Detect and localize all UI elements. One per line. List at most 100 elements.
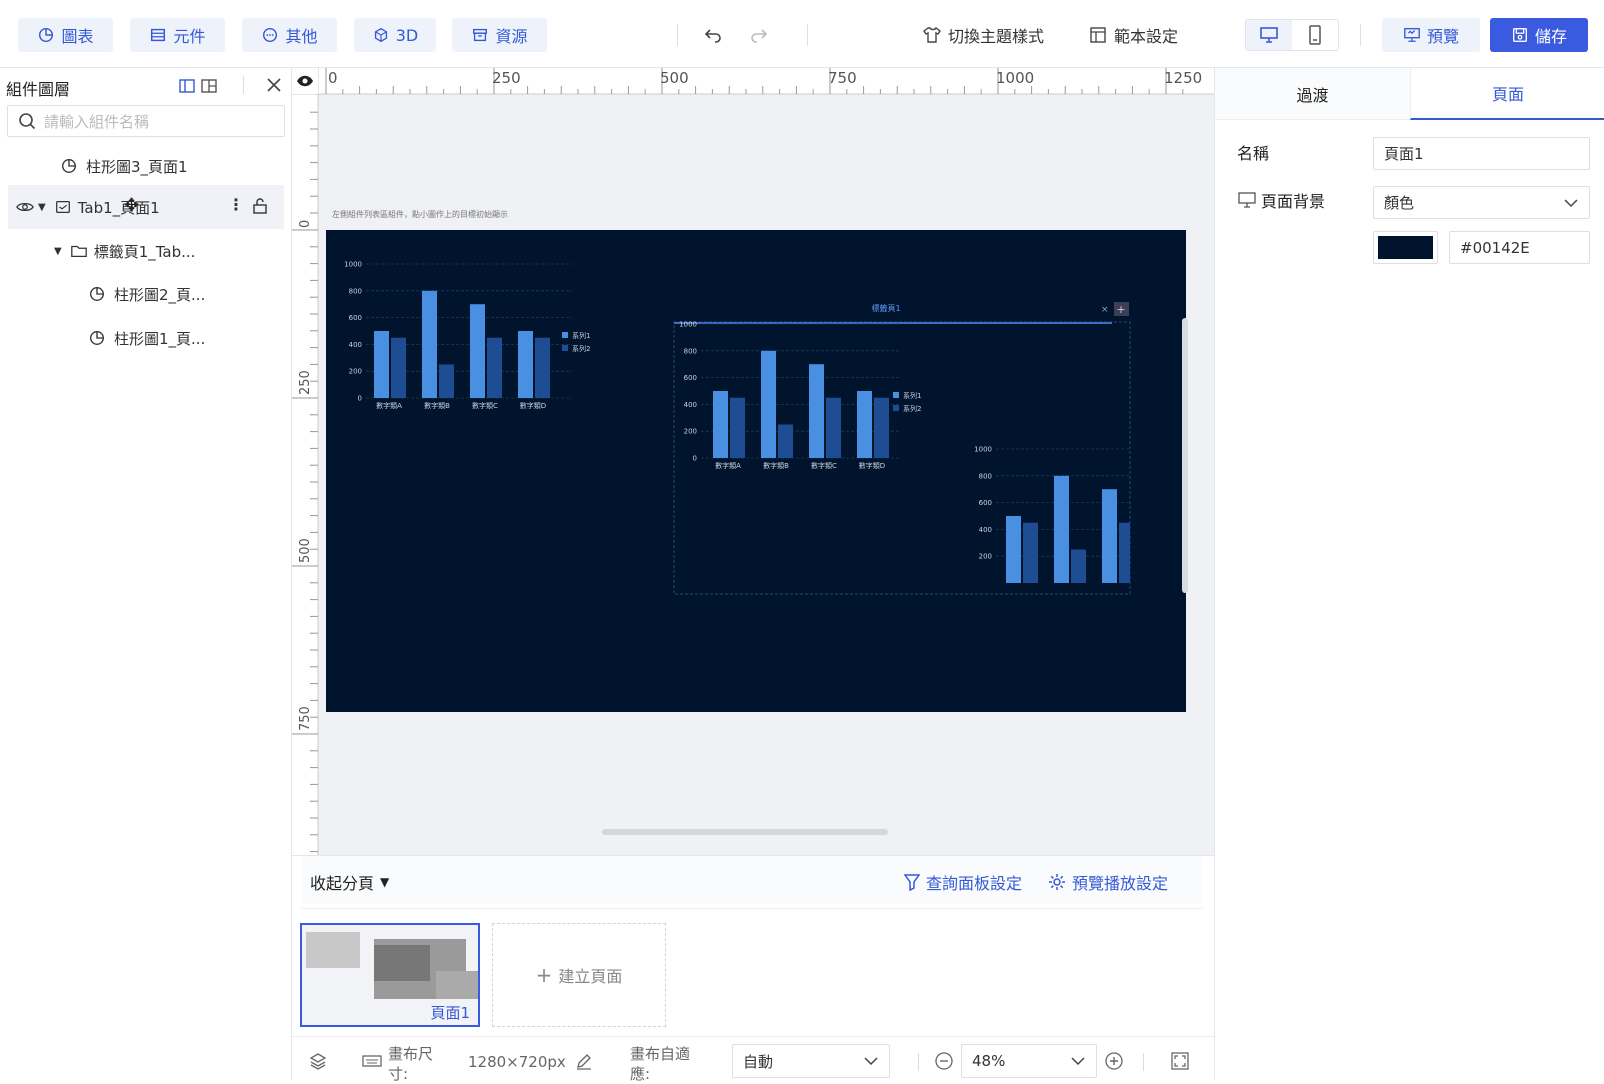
vertical-scrollbar[interactable] <box>1182 318 1188 593</box>
layers-toggle-icon[interactable] <box>308 1051 328 1075</box>
bar <box>1006 516 1021 583</box>
layer-item-chart3[interactable]: 柱形圖3_頁面1 <box>60 148 188 184</box>
y-tick-label: 600 <box>979 499 992 507</box>
more-vertical-icon[interactable]: ⋮ <box>228 197 244 213</box>
search-icon <box>19 113 36 130</box>
bar <box>535 337 550 398</box>
background-type-select[interactable]: 顏色 <box>1373 186 1590 219</box>
caret-down-icon[interactable]: ▼ <box>38 202 46 213</box>
x-tick-label: 數字類C <box>811 461 837 470</box>
tab-close-icon[interactable]: × <box>1101 305 1109 315</box>
bar <box>730 397 745 458</box>
caret-down-icon: ▼ <box>380 875 390 889</box>
background-type-value: 顏色 <box>1384 194 1415 212</box>
move-cursor-icon: ✥ <box>124 195 140 216</box>
mobile-view-button[interactable] <box>1292 20 1338 50</box>
desktop-view-button[interactable] <box>1246 20 1292 50</box>
bar <box>518 331 533 398</box>
y-tick-label: 1000 <box>679 321 697 329</box>
y-tick-label: 800 <box>979 472 992 480</box>
tab-charts-label: 圖表 <box>61 27 94 46</box>
divider <box>292 1036 1214 1037</box>
divider <box>807 24 808 46</box>
page-name-field[interactable]: 頁面1 <box>1373 137 1590 170</box>
tab-3d[interactable]: 3D <box>354 18 436 52</box>
plus-icon: + <box>1116 303 1125 316</box>
edit-icon[interactable] <box>575 1052 593 1074</box>
layout-list-icon[interactable] <box>178 77 196 99</box>
zoom-in-button[interactable] <box>1104 1051 1124 1075</box>
close-icon[interactable] <box>266 77 282 97</box>
save-button[interactable]: 儲存 <box>1490 18 1588 52</box>
canvas-size-label: 畫布尺寸: <box>388 1045 434 1083</box>
undo-icon <box>704 29 721 43</box>
filter-icon <box>904 874 920 891</box>
divider <box>1143 1053 1144 1071</box>
layer-search-input[interactable]: 請輸入組件名稱 <box>7 105 285 137</box>
bar <box>1054 475 1069 583</box>
unlock-icon[interactable] <box>251 197 269 215</box>
preview-playback-settings-button[interactable]: 預覽播放設定 <box>1048 870 1168 894</box>
horizontal-scrollbar[interactable] <box>602 829 888 835</box>
zoom-out-icon <box>935 1052 953 1070</box>
x-tick-label: 數字類D <box>859 461 885 470</box>
page-background-label: 頁面背景 <box>1261 192 1326 211</box>
color-swatch[interactable] <box>1373 231 1438 264</box>
tab-transition[interactable]: 過渡 <box>1215 68 1410 120</box>
canvas-fit-select[interactable]: 自動 <box>732 1044 890 1078</box>
layout-grid-icon[interactable] <box>200 77 218 99</box>
tab-charts[interactable]: 圖表 <box>18 18 113 52</box>
page-canvas[interactable]: 10008006004002000數字類A 數字類B 數字類C 數字類D系列1系列2 … <box>326 230 1186 712</box>
bar <box>1071 549 1086 583</box>
layer-item-label: 柱形圖2_頁... <box>114 285 206 304</box>
divider <box>302 908 1202 909</box>
archive-icon <box>473 28 488 42</box>
bar <box>1023 522 1038 583</box>
zoom-out-button[interactable] <box>934 1051 954 1075</box>
tab-other-label: 其他 <box>285 27 318 46</box>
legend-label: 系列1 <box>903 391 921 400</box>
x-tick-label: 數字類D <box>520 401 546 410</box>
color-hex-input[interactable]: #00142E <box>1449 231 1590 264</box>
tab-page[interactable]: 頁面 <box>1410 68 1604 120</box>
layer-item-chart2[interactable]: 柱形圖2_頁... <box>88 276 205 312</box>
bar <box>391 337 406 398</box>
y-tick-label: 400 <box>349 341 362 349</box>
chart-pie-icon <box>90 331 104 345</box>
eye-icon[interactable] <box>16 198 34 216</box>
template-settings-button[interactable]: 範本設定 <box>1088 20 1178 50</box>
preview-button[interactable]: 預覽 <box>1382 18 1480 52</box>
caret-down-icon[interactable]: ▼ <box>54 246 62 257</box>
switch-theme-button[interactable]: 切換主題樣式 <box>922 20 1044 50</box>
page-thumbnail-1[interactable]: 頁面1 <box>300 923 480 1027</box>
undo-button[interactable] <box>702 20 724 50</box>
x-tick-label: 數字類A <box>715 461 741 470</box>
legend-swatch <box>562 345 568 351</box>
ruler-v-label: 750 <box>298 706 313 731</box>
fit-screen-button[interactable] <box>1170 1051 1190 1075</box>
y-tick-label: 200 <box>349 368 362 376</box>
tab-other[interactable]: 其他 <box>242 18 337 52</box>
create-page-button[interactable]: + 建立頁面 <box>492 923 666 1027</box>
template-settings-label: 範本設定 <box>1114 27 1179 46</box>
create-page-label: 建立頁面 <box>558 967 623 986</box>
query-panel-settings-button[interactable]: 查詢面板設定 <box>904 870 1022 894</box>
layers-panel: 組件圖層 請輸入組件名稱 柱形圖3_頁面1 ▼ Tab1_頁面1 ✥ ⋮ ▼ 標… <box>0 68 292 1080</box>
tab-resources[interactable]: 資源 <box>452 18 547 52</box>
legend-label: 系列1 <box>572 331 590 340</box>
layer-item-chart1[interactable]: 柱形圖1_頁... <box>88 320 205 356</box>
y-tick-label: 800 <box>684 347 697 355</box>
properties-panel: 過渡 頁面 名稱 頁面1 頁面背景 顏色 #00142E <box>1214 68 1604 1080</box>
layer-item-tabs[interactable]: ▼ 標籤頁1_Tab... <box>54 233 195 269</box>
tab-components-label: 元件 <box>173 27 206 46</box>
ruler-h-label: 750 <box>828 69 857 87</box>
collapse-pages-button[interactable]: 收起分頁 ▼ <box>310 870 389 894</box>
zoom-select[interactable]: 48% <box>961 1044 1097 1078</box>
y-tick-label: 600 <box>349 314 362 322</box>
y-tick-label: 200 <box>684 428 697 436</box>
layer-item-tab1[interactable]: ▼ Tab1_頁面1 ✥ ⋮ <box>8 185 284 229</box>
legend-label: 系列2 <box>903 404 921 413</box>
tab-components[interactable]: 元件 <box>130 18 225 52</box>
chevron-down-icon <box>864 1057 878 1066</box>
redo-button[interactable] <box>748 20 770 50</box>
